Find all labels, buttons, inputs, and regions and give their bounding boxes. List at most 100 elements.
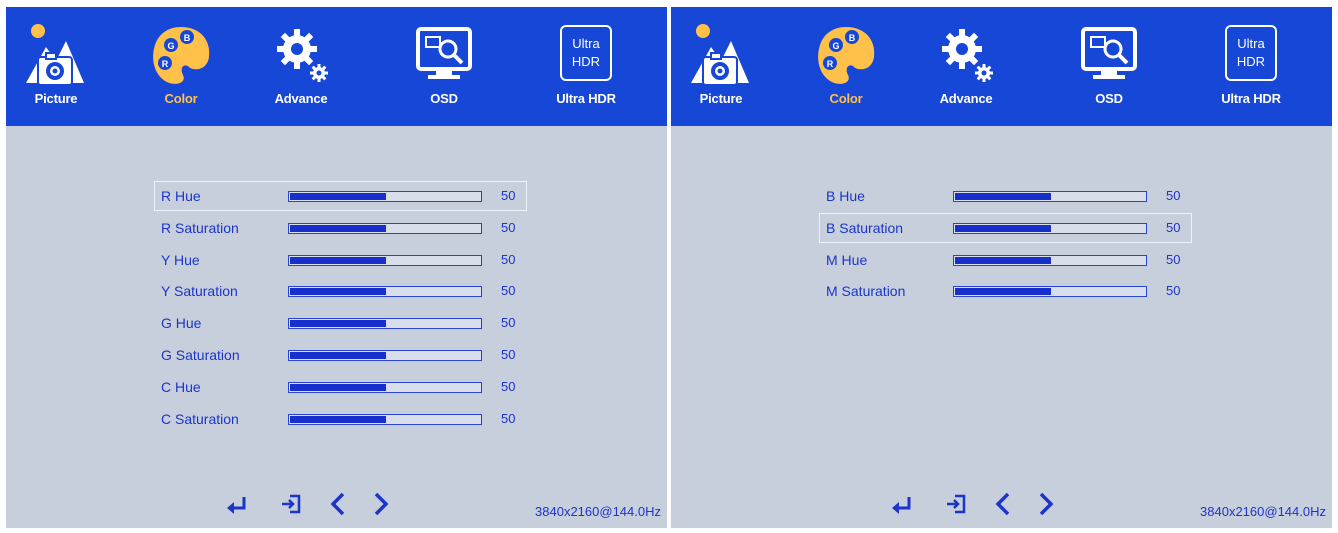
osd-screens: Picture G B R Color Advance OSD Ultra HD…: [0, 0, 1338, 533]
setting-label: R Hue: [161, 188, 201, 204]
tab-osd[interactable]: OSD: [404, 7, 484, 126]
setting-label: C Hue: [161, 379, 201, 395]
setting-slider[interactable]: [288, 350, 482, 361]
ultra-hdr-icon: Ultra HDR: [1225, 25, 1277, 81]
monitor-search-icon: [1081, 27, 1137, 79]
left-arrow-icon[interactable]: [326, 489, 352, 519]
enter-icon[interactable]: [889, 489, 915, 519]
setting-row[interactable]: G Saturation 50: [154, 340, 527, 370]
resolution-readout: 3840x2160@144.0Hz: [535, 504, 661, 519]
tab-label: Picture: [699, 91, 743, 106]
setting-value: 50: [501, 188, 516, 203]
setting-row[interactable]: R Hue 50: [154, 181, 527, 211]
ultra-hdr-icon-line2: HDR: [571, 54, 601, 69]
setting-slider-fill: [290, 416, 386, 423]
tab-label: Ultra HDR: [556, 91, 616, 106]
setting-row[interactable]: M Saturation 50: [819, 276, 1192, 306]
setting-slider[interactable]: [953, 255, 1147, 266]
palette-green-label: G: [832, 41, 839, 51]
setting-value: 50: [501, 283, 516, 298]
left-arrow-icon[interactable]: [991, 489, 1017, 519]
tab-ultra-hdr[interactable]: Ultra HDR Ultra HDR: [546, 7, 626, 126]
tab-label: Ultra HDR: [1221, 91, 1281, 106]
palette-green-label: G: [167, 41, 174, 51]
osd-panel-left: Picture G B R Color Advance OSD Ultra HD…: [6, 7, 667, 528]
setting-slider[interactable]: [953, 223, 1147, 234]
tab-label: OSD: [1095, 91, 1123, 106]
setting-slider-fill: [290, 384, 386, 391]
setting-slider[interactable]: [953, 191, 1147, 202]
tab-ultra-hdr[interactable]: Ultra HDR Ultra HDR: [1211, 7, 1291, 126]
setting-label: M Saturation: [826, 283, 906, 299]
tab-advance[interactable]: Advance: [261, 7, 341, 126]
setting-value: 50: [501, 315, 516, 330]
resolution-readout: 3840x2160@144.0Hz: [1200, 504, 1326, 519]
osd-panel-right: Picture G B R Color Advance OSD Ultra HD…: [671, 7, 1332, 528]
palette-blue-label: B: [184, 33, 191, 43]
ultra-hdr-icon: Ultra HDR: [560, 25, 612, 81]
picture-icon: [26, 24, 84, 86]
setting-row[interactable]: Y Hue 50: [154, 245, 527, 275]
tab-color[interactable]: G B R Color: [806, 7, 886, 126]
setting-row[interactable]: B Saturation 50: [819, 213, 1192, 243]
setting-label: G Saturation: [161, 347, 240, 363]
setting-value: 50: [501, 347, 516, 362]
setting-label: B Saturation: [826, 220, 904, 236]
setting-row[interactable]: C Hue 50: [154, 372, 527, 402]
tab-label: Color: [164, 91, 198, 106]
gear-icon: [942, 29, 993, 82]
setting-slider-fill: [955, 225, 1051, 232]
setting-row[interactable]: Y Saturation 50: [154, 276, 527, 306]
tab-label: Advance: [274, 91, 328, 106]
enter-icon[interactable]: [224, 489, 250, 519]
exit-icon[interactable]: [278, 489, 304, 519]
setting-slider[interactable]: [288, 286, 482, 297]
setting-slider[interactable]: [288, 318, 482, 329]
setting-label: M Hue: [826, 252, 868, 268]
tab-osd[interactable]: OSD: [1069, 7, 1149, 126]
setting-label: G Hue: [161, 315, 202, 331]
palette-red-label: R: [827, 59, 834, 69]
setting-slider-fill: [290, 352, 386, 359]
palette-icon: G B R: [153, 27, 210, 84]
setting-slider[interactable]: [288, 223, 482, 234]
tab-label: Color: [829, 91, 863, 106]
ultra-hdr-icon-line1: Ultra: [572, 36, 600, 51]
palette-icon: G B R: [818, 27, 875, 84]
setting-slider[interactable]: [288, 414, 482, 425]
setting-slider-fill: [290, 257, 386, 264]
setting-value: 50: [501, 379, 516, 394]
setting-slider-fill: [955, 193, 1051, 200]
setting-slider[interactable]: [288, 382, 482, 393]
setting-slider-fill: [290, 225, 386, 232]
exit-icon[interactable]: [943, 489, 969, 519]
monitor-search-icon: [416, 27, 472, 79]
setting-slider-fill: [290, 288, 386, 295]
setting-row[interactable]: G Hue 50: [154, 308, 527, 338]
setting-value: 50: [1166, 220, 1181, 235]
tab-picture[interactable]: Picture: [681, 7, 761, 126]
ultra-hdr-icon-line2: HDR: [1236, 54, 1266, 69]
tab-color[interactable]: G B R Color: [141, 7, 221, 126]
palette-red-label: R: [162, 59, 169, 69]
setting-label: B Hue: [826, 188, 865, 204]
tab-label: OSD: [430, 91, 458, 106]
setting-row[interactable]: B Hue 50: [819, 181, 1192, 211]
right-arrow-icon[interactable]: [1033, 489, 1059, 519]
palette-blue-label: B: [849, 33, 856, 43]
right-arrow-icon[interactable]: [368, 489, 394, 519]
setting-value: 50: [1166, 188, 1181, 203]
setting-value: 50: [501, 252, 516, 267]
setting-slider[interactable]: [953, 286, 1147, 297]
tab-label: Advance: [939, 91, 993, 106]
setting-slider-fill: [955, 288, 1051, 295]
tab-picture[interactable]: Picture: [16, 7, 96, 126]
setting-row[interactable]: R Saturation 50: [154, 213, 527, 243]
tab-advance[interactable]: Advance: [926, 7, 1006, 126]
setting-row[interactable]: M Hue 50: [819, 245, 1192, 275]
setting-slider[interactable]: [288, 255, 482, 266]
setting-slider-fill: [290, 193, 386, 200]
setting-row[interactable]: C Saturation 50: [154, 404, 527, 434]
setting-label: Y Saturation: [161, 283, 238, 299]
setting-slider[interactable]: [288, 191, 482, 202]
